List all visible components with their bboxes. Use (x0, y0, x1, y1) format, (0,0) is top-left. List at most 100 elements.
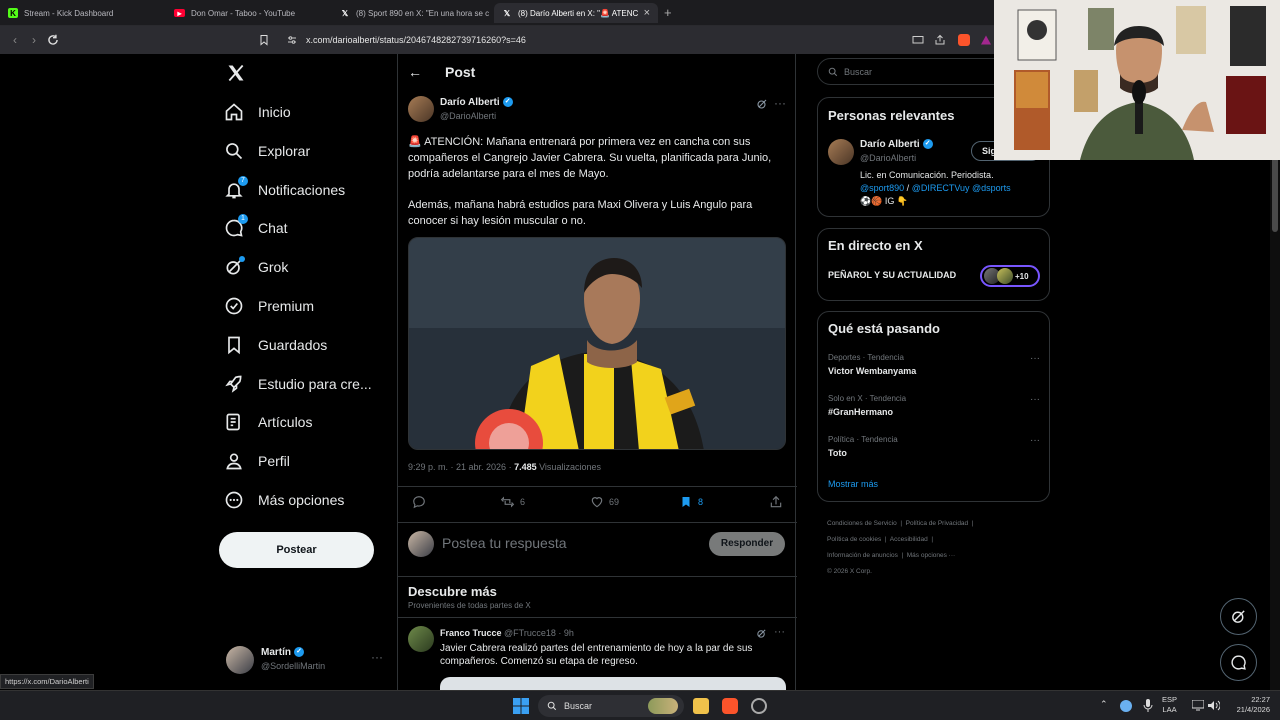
sidebar-item-premium[interactable]: Premium (224, 294, 314, 318)
share-icon[interactable] (934, 34, 946, 46)
footer-link[interactable]: Más opciones ··· (907, 552, 955, 559)
bookmark-action[interactable]: 8 (680, 495, 703, 509)
trend-category: Deportes · Tendencia (828, 353, 904, 362)
reload-icon[interactable] (46, 33, 60, 47)
tweet-image[interactable] (408, 237, 786, 450)
messages-floating-button[interactable] (1220, 644, 1257, 681)
post-button[interactable]: Postear (219, 532, 374, 568)
second-tweet-image[interactable] (440, 677, 786, 690)
trend-item[interactable]: Deportes · Tendencia Victor Wembanyama ·… (828, 353, 1040, 376)
bookmark-page-icon[interactable] (258, 33, 272, 47)
x-logo[interactable] (226, 63, 246, 83)
back-icon[interactable]: ‹ (8, 33, 22, 47)
language-indicator[interactable]: ESP LAA (1162, 695, 1177, 715)
chat-badge: 1 (238, 214, 248, 224)
cloud-icon[interactable] (1120, 700, 1132, 712)
sidebar-item-articulos[interactable]: Artículos (224, 410, 312, 434)
new-tab-button[interactable]: + (664, 5, 672, 20)
second-tweet-handle[interactable]: @FTrucce18 (504, 628, 556, 638)
sidebar-item-chat[interactable]: 1 Chat (224, 214, 288, 240)
trends-card: Qué está pasando Deportes · Tendencia Vi… (817, 311, 1050, 502)
tray-chevron-icon[interactable]: ⌃ (1100, 699, 1108, 710)
live-space-name[interactable]: PEÑAROL Y SU ACTUALIDAD (828, 270, 956, 280)
live-listeners[interactable]: +10 (980, 265, 1040, 287)
browser-tab[interactable]: K Stream - Kick Dashboard (0, 3, 164, 23)
volume-icon[interactable] (1208, 700, 1220, 711)
site-settings-icon[interactable] (286, 34, 298, 46)
share-action[interactable] (769, 495, 783, 509)
like-action[interactable]: 69 (590, 495, 619, 509)
avatar[interactable] (828, 139, 854, 165)
tweet-author-row[interactable]: Darío Alberti ✓ (440, 97, 513, 108)
browser-tab[interactable]: ▸ Don Omar - Taboo - YouTube (166, 3, 330, 23)
windows-start-icon[interactable] (513, 698, 529, 714)
bio-link[interactable]: @sport890 (860, 183, 904, 193)
sidebar-item-mas-opciones[interactable]: Más opciones (224, 488, 344, 512)
grok-icon[interactable] (756, 628, 767, 639)
tweet-more-icon[interactable]: ··· (774, 626, 785, 638)
file-explorer-icon[interactable] (693, 698, 709, 714)
trend-item[interactable]: Solo en X · Tendencia #GranHermano ··· (828, 394, 1040, 417)
account-more-icon[interactable]: ··· (371, 650, 383, 664)
footer-link[interactable]: Accesibilidad (890, 536, 928, 543)
trend-item[interactable]: Política · Tendencia Toto ··· (828, 435, 1040, 458)
youtube-icon: ▸ (174, 9, 185, 18)
grok-icon[interactable] (756, 98, 768, 110)
tweet-author-handle[interactable]: @DarioAlberti (440, 111, 496, 121)
trend-more-icon[interactable]: ··· (1030, 353, 1040, 364)
sidebar-item-estudio[interactable]: Estudio para cre... (224, 372, 372, 396)
bio-link[interactable]: @dsports (970, 183, 1011, 193)
reply-input[interactable]: Postea tu respuesta (442, 535, 692, 551)
clock[interactable]: 22:27 21/4/2026 (1222, 695, 1270, 715)
grok-icon (1232, 610, 1245, 623)
account-switcher[interactable]: Martín ✓ @SordelliMartin ··· (226, 644, 386, 676)
footer-link[interactable]: Información de anuncios (827, 552, 898, 559)
sidebar-item-perfil[interactable]: Perfil (224, 449, 290, 473)
obs-icon[interactable] (751, 698, 767, 714)
footer-link[interactable]: Condiciones de Servicio (827, 520, 897, 527)
bell-icon: 7 (224, 176, 248, 200)
brave-shield-icon[interactable] (958, 34, 970, 46)
brave-rewards-icon[interactable] (980, 34, 992, 46)
trend-more-icon[interactable]: ··· (1030, 394, 1040, 405)
bio-link[interactable]: @DIRECTVuy (912, 183, 970, 193)
footer-links: Condiciones de Servicio | Política de Pr… (827, 520, 974, 575)
url-field[interactable]: x.com/darioalberti/status/20467482827397… (278, 30, 994, 50)
show-more-link[interactable]: Mostrar más (828, 479, 878, 489)
sidebar-item-inicio[interactable]: Inicio (224, 100, 291, 124)
search-icon (224, 141, 244, 161)
account-handle: @SordelliMartin (261, 661, 326, 671)
tweet-author-name: Darío Alberti (440, 97, 500, 108)
footer-link[interactable]: Política de Privacidad (906, 520, 969, 527)
cast-icon[interactable] (912, 34, 924, 46)
sidebar-item-notificaciones[interactable]: 7 Notificaciones (224, 176, 345, 202)
tab-title: (8) Sport 890 en X: "En una hora se c (356, 8, 490, 18)
retweet-action[interactable]: 6 (500, 495, 525, 509)
sidebar-item-label: Grok (258, 259, 289, 275)
tweet-author-avatar[interactable] (408, 96, 434, 122)
taskbar-search[interactable]: Buscar (538, 695, 684, 717)
sidebar-item-grok[interactable]: Grok (224, 255, 288, 279)
sidebar-item-explorar[interactable]: Explorar (224, 139, 310, 163)
sidebar-item-guardados[interactable]: Guardados (224, 333, 327, 357)
browser-tab-active[interactable]: 𝕏 (8) Darío Alberti en X: "🚨 ATENC × (494, 3, 658, 23)
network-icon[interactable] (1192, 700, 1204, 711)
grok-floating-button[interactable] (1220, 598, 1257, 635)
tweet-more-icon[interactable]: ··· (774, 96, 786, 110)
trend-more-icon[interactable]: ··· (1030, 435, 1040, 446)
sidebar-item-label: Estudio para cre... (258, 376, 372, 392)
microphone-icon[interactable] (1143, 699, 1153, 713)
reply-action[interactable] (412, 495, 426, 509)
second-tweet-author[interactable]: Franco Trucce (440, 628, 502, 638)
forward-icon[interactable]: › (27, 33, 41, 47)
reply-button[interactable]: Responder (709, 532, 785, 556)
back-arrow-icon[interactable]: ← (408, 64, 422, 80)
close-icon[interactable]: × (644, 7, 650, 19)
relevant-name-row[interactable]: Darío Alberti ✓ (860, 139, 933, 150)
notification-badge: 7 (238, 176, 248, 186)
avatar[interactable] (408, 626, 434, 652)
card-title: Personas relevantes (828, 108, 955, 123)
brave-browser-icon[interactable] (722, 698, 738, 714)
footer-link[interactable]: Política de cookies (827, 536, 881, 543)
browser-tab[interactable]: 𝕏 (8) Sport 890 en X: "En una hora se c (332, 3, 490, 23)
